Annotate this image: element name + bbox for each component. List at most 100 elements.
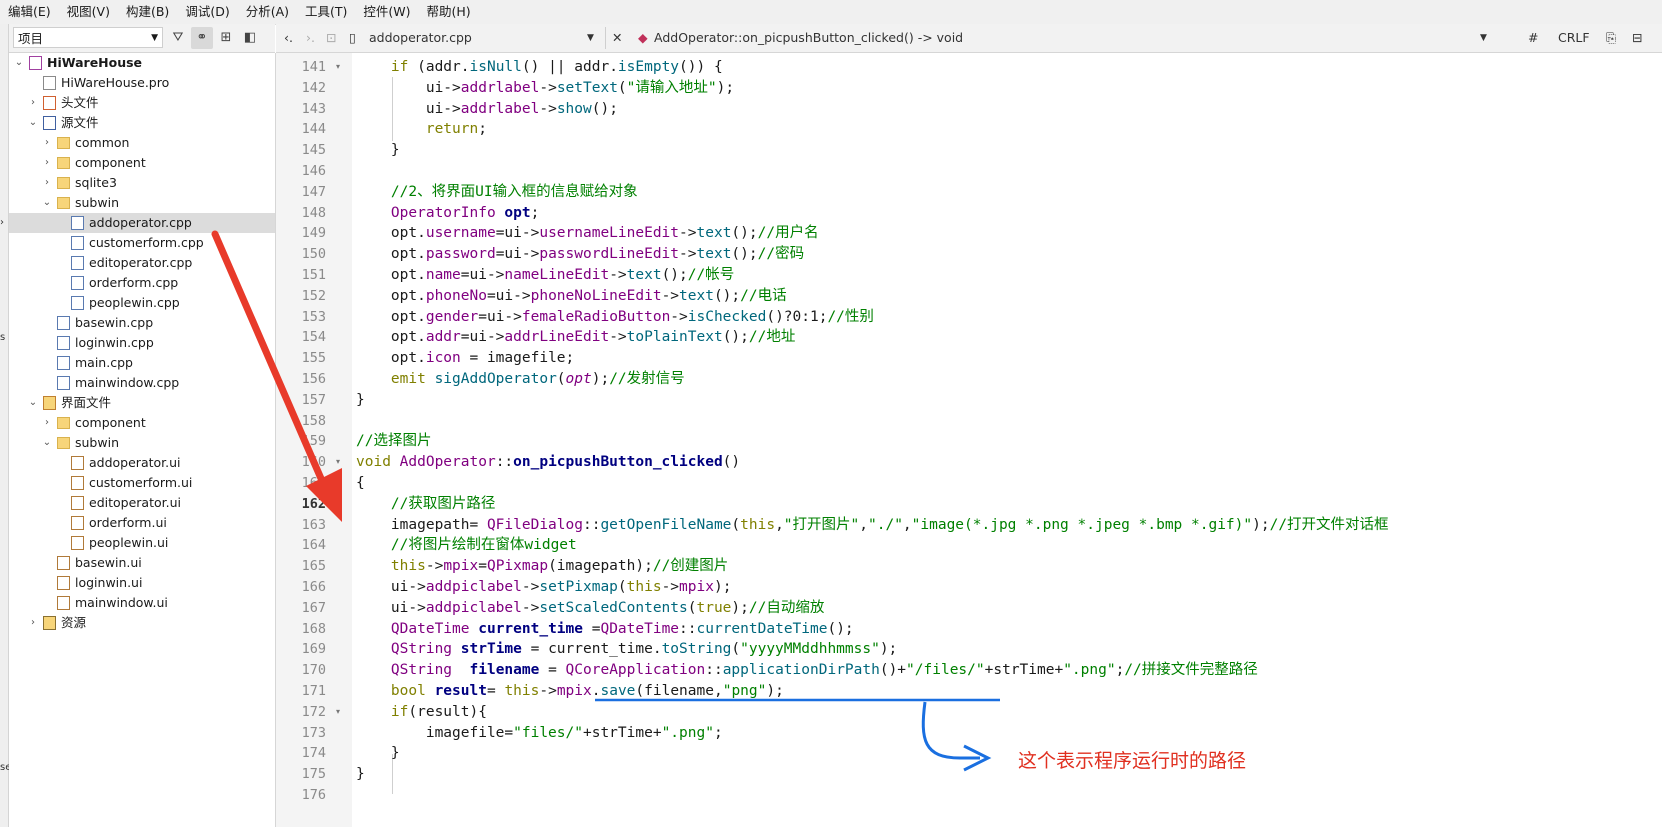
- code-line[interactable]: //2、将界面UI输入框的信息赋给对象: [356, 182, 638, 202]
- project-view-selector[interactable]: 项目 ▼: [13, 27, 163, 48]
- code-line[interactable]: emit sigAddOperator(opt);//发射信号: [356, 369, 685, 389]
- fold-marker-icon[interactable]: ▾: [336, 702, 346, 722]
- code-line[interactable]: void AddOperator::on_picpushButton_click…: [356, 452, 740, 472]
- split-editor-icon[interactable]: ⊟: [1632, 24, 1642, 52]
- code-line[interactable]: }: [356, 140, 400, 160]
- code-line[interactable]: }: [356, 764, 365, 784]
- tree-item[interactable]: peoplewin.cpp: [9, 293, 275, 313]
- tree-item[interactable]: ⌄ subwin: [9, 193, 275, 213]
- chevron-down-icon[interactable]: ⌄: [27, 113, 39, 133]
- code-line[interactable]: QString filename = QCoreApplication::app…: [356, 660, 1258, 680]
- code-line[interactable]: opt.password=ui->passwordLineEdit->text(…: [356, 244, 804, 264]
- symbol-selector[interactable]: ◆ AddOperator::on_picpushButton_clicked(…: [636, 27, 1496, 49]
- chevron-down-icon[interactable]: ⌄: [13, 53, 25, 73]
- tree-item[interactable]: › 头文件: [9, 93, 275, 113]
- code-line[interactable]: }: [356, 390, 365, 410]
- chevron-down-icon[interactable]: ⌄: [41, 193, 53, 213]
- chevron-right-icon[interactable]: ›: [41, 173, 53, 193]
- chevron-down-icon[interactable]: ⌄: [41, 433, 53, 453]
- document-split-icon[interactable]: ⎘: [1606, 24, 1616, 52]
- tree-item[interactable]: › component: [9, 153, 275, 173]
- menu-item[interactable]: 帮助(H): [419, 0, 479, 24]
- tree-item[interactable]: peoplewin.ui: [9, 533, 275, 553]
- chevron-right-icon[interactable]: ›: [27, 93, 39, 113]
- tree-item[interactable]: customerform.ui: [9, 473, 275, 493]
- file-selector[interactable]: ▯ addoperator.cpp ▼: [349, 27, 606, 49]
- close-file-icon[interactable]: ✕: [612, 24, 622, 52]
- link-icon[interactable]: ⚭: [191, 27, 213, 49]
- code-line[interactable]: return;: [356, 119, 487, 139]
- tree-item[interactable]: ⌄ subwin: [9, 433, 275, 453]
- tree-item[interactable]: customerform.cpp: [9, 233, 275, 253]
- tree-item[interactable]: basewin.cpp: [9, 313, 275, 333]
- code-line[interactable]: //选择图片: [356, 431, 431, 451]
- hash-indicator[interactable]: #: [1528, 24, 1538, 52]
- tree-item[interactable]: loginwin.cpp: [9, 333, 275, 353]
- code-line[interactable]: opt.addr=ui->addrLineEdit->toPlainText()…: [356, 327, 795, 347]
- tree-item[interactable]: mainwindow.ui: [9, 593, 275, 613]
- chevron-down-icon[interactable]: ⌄: [27, 393, 39, 413]
- code-line[interactable]: opt.username=ui->usernameLineEdit->text(…: [356, 223, 819, 243]
- code-line[interactable]: }: [356, 743, 400, 763]
- filter-icon[interactable]: ⛛: [167, 27, 189, 49]
- code-line[interactable]: ui->addrlabel->show();: [356, 99, 618, 119]
- code-line[interactable]: opt.name=ui->nameLineEdit->text();//帐号: [356, 265, 734, 285]
- code-line[interactable]: {: [356, 473, 365, 493]
- code-line[interactable]: imagepath= QFileDialog::getOpenFileName(…: [356, 515, 1389, 535]
- tree-item[interactable]: › sqlite3: [9, 173, 275, 193]
- tree-item[interactable]: › common: [9, 133, 275, 153]
- menu-item[interactable]: 编辑(E): [0, 0, 59, 24]
- tree-item[interactable]: HiWareHouse.pro: [9, 73, 275, 93]
- code-line[interactable]: this->mpix=QPixmap(imagepath);//创建图片: [356, 556, 728, 576]
- fold-marker-icon[interactable]: ▾: [336, 57, 346, 77]
- back-arrow-icon[interactable]: ‹.: [284, 24, 293, 52]
- tree-item[interactable]: › component: [9, 413, 275, 433]
- tree-item[interactable]: › 资源: [9, 613, 275, 633]
- tree-item[interactable]: orderform.ui: [9, 513, 275, 533]
- code-line[interactable]: opt.gender=ui->femaleRadioButton->isChec…: [356, 307, 874, 327]
- tree-item[interactable]: addoperator.ui: [9, 453, 275, 473]
- chevron-right-icon[interactable]: ›: [41, 153, 53, 173]
- tree-item[interactable]: ⌄ 源文件: [9, 113, 275, 133]
- menu-item[interactable]: 工具(T): [297, 0, 355, 24]
- code-line[interactable]: bool result= this->mpix.save(filename,"p…: [356, 681, 784, 701]
- left-strip-marker-mid[interactable]: s: [0, 332, 5, 343]
- tree-item[interactable]: editoperator.ui: [9, 493, 275, 513]
- tree-item[interactable]: main.cpp: [9, 353, 275, 373]
- code-line[interactable]: if (addr.isNull() || addr.isEmpty()) {: [356, 57, 723, 77]
- menu-item[interactable]: 构建(B): [118, 0, 177, 24]
- menu-item[interactable]: 视图(V): [59, 0, 118, 24]
- line-ending-indicator[interactable]: CRLF: [1558, 24, 1590, 52]
- chevron-right-icon[interactable]: ›: [41, 133, 53, 153]
- chevron-right-icon[interactable]: ›: [41, 413, 53, 433]
- code-line[interactable]: QString strTime = current_time.toString(…: [356, 639, 897, 659]
- tree-item[interactable]: mainwindow.cpp: [9, 373, 275, 393]
- tree-item[interactable]: loginwin.ui: [9, 573, 275, 593]
- code-line[interactable]: opt.phoneNo=ui->phoneNoLineEdit->text();…: [356, 286, 787, 306]
- tree-item[interactable]: addoperator.cpp: [9, 213, 275, 233]
- code-line[interactable]: QDateTime current_time =QDateTime::curre…: [356, 619, 854, 639]
- code-line[interactable]: if(result){: [356, 702, 487, 722]
- code-line[interactable]: //将图片绘制在窗体widget: [356, 535, 577, 555]
- code-line[interactable]: ui->addrlabel->setText("请输入地址");: [356, 78, 734, 98]
- tree-item[interactable]: ⌄ 界面文件: [9, 393, 275, 413]
- forward-arrow-icon[interactable]: ›.: [306, 24, 315, 52]
- tree-item[interactable]: ⌄ HiWareHouse: [9, 53, 275, 73]
- close-sidebar-icon[interactable]: ◧: [239, 27, 261, 49]
- chevron-right-icon[interactable]: ›: [27, 613, 39, 633]
- code-line[interactable]: imagefile="files/"+strTime+".png";: [356, 723, 723, 743]
- tree-item[interactable]: orderform.cpp: [9, 273, 275, 293]
- tree-item[interactable]: editoperator.cpp: [9, 253, 275, 273]
- fold-marker-icon[interactable]: ▾: [336, 452, 346, 472]
- code-line[interactable]: OperatorInfo opt;: [356, 203, 539, 223]
- code-line[interactable]: ui->addpiclabel->setPixmap(this->mpix);: [356, 577, 732, 597]
- menu-item[interactable]: 调试(D): [177, 0, 237, 24]
- menu-item[interactable]: 分析(A): [238, 0, 297, 24]
- tree-item[interactable]: basewin.ui: [9, 553, 275, 573]
- code-editor[interactable]: if (addr.isNull() || addr.isEmpty()) { u…: [352, 53, 1662, 827]
- split-icon[interactable]: ⊞: [215, 27, 237, 49]
- left-strip-marker-top[interactable]: ›: [0, 217, 4, 228]
- code-line[interactable]: opt.icon = imagefile;: [356, 348, 574, 368]
- lock-icon[interactable]: ⊡: [326, 24, 336, 52]
- menu-item[interactable]: 控件(W): [355, 0, 418, 24]
